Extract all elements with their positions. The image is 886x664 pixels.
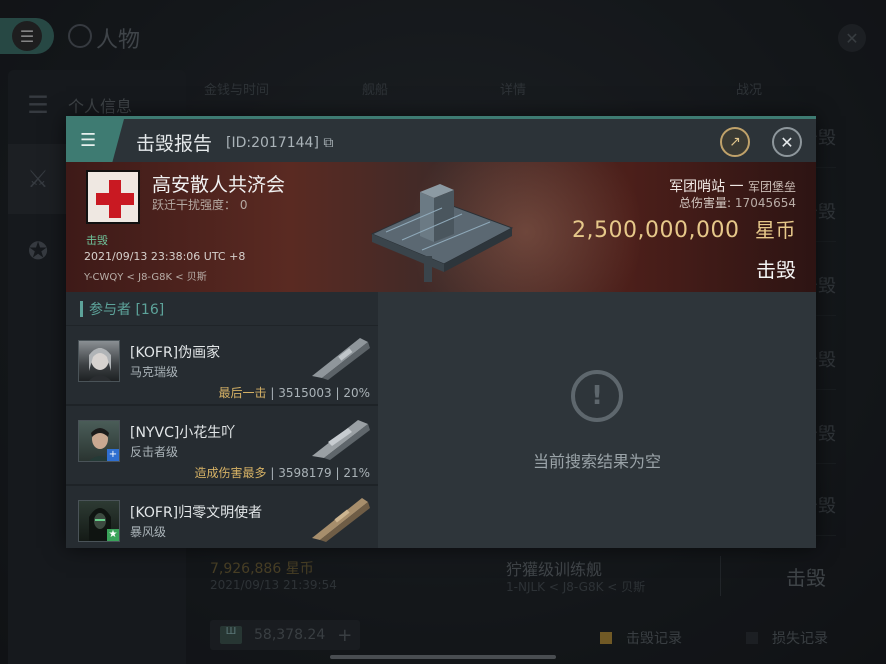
red-cross-h: [96, 193, 134, 205]
app-root: ☰ 人物 ✕ ☰ 个人信息 ⚔ ✪ 金钱与时间 舰船 详情 战况 击毁 击毁 击…: [0, 0, 886, 664]
avatar[interactable]: [78, 340, 120, 382]
menu-icon: ☰: [80, 130, 97, 151]
participant-percent: 21%: [343, 466, 370, 480]
kill-location[interactable]: Y-CWQY < J8-G8K < 贝斯: [84, 268, 207, 283]
participant-stats: 造成伤害最多 | 3598179 | 21%: [194, 466, 370, 480]
kill-result: 击毁: [756, 258, 796, 282]
modal-menu-button[interactable]: ☰: [66, 119, 124, 162]
report-id[interactable]: [ID:2017144] ⧉: [226, 135, 333, 151]
isk-amount: 2,500,000,000: [572, 218, 740, 243]
close-modal-button[interactable]: ✕: [772, 127, 802, 157]
plus-badge-icon: +: [107, 449, 119, 461]
participant-percent: 20%: [343, 386, 370, 400]
share-icon: ↗: [729, 134, 741, 150]
participant-row[interactable]: [KOFR]伪画家 马克瑞级 最后一击 | 3515003 | 20%: [66, 328, 378, 406]
participant-name: [NYVC]小花生吖: [130, 425, 236, 441]
ship-icon: [312, 498, 370, 542]
avatar[interactable]: +: [78, 420, 120, 462]
isk-unit: 星币: [755, 218, 796, 242]
participants-count: 参与者 [16]: [89, 301, 165, 318]
alert-icon: !: [571, 370, 623, 422]
participant-stats: 最后一击 | 3515003 | 20%: [218, 386, 370, 400]
participant-damage: 3598179: [278, 466, 332, 480]
victim-name[interactable]: 高安散人共济会: [152, 170, 285, 197]
total-damage-value: 17045654: [734, 196, 796, 210]
warp-jam-strength: 跃迁干扰强度： 0: [152, 198, 248, 212]
ship-icon: [312, 338, 370, 380]
ship-type-name: 军团哨站: [669, 179, 726, 195]
copy-icon[interactable]: ⧉: [323, 135, 333, 151]
kill-report-modal: ☰ 击毁报告 [ID:2017144] ⧉ ↗ ✕ 高安散人共济会 跃迁干扰强度…: [66, 116, 816, 548]
participant-ship: 暴风级: [130, 525, 167, 539]
portrait-svg: [88, 348, 112, 381]
corp-logo[interactable]: [86, 170, 140, 224]
participant-name: [KOFR]伪画家: [130, 345, 221, 361]
victim-ship-type: 军团哨站 一 军团堡垒: [669, 179, 796, 195]
kill-tag: 击毁: [86, 234, 108, 247]
total-damage: 总伤害量: 17045654: [679, 194, 796, 211]
top-damage-tag: 造成伤害最多: [194, 466, 267, 480]
structure-image[interactable]: [362, 172, 522, 284]
ship-icon: [312, 420, 370, 460]
participant-damage: 3515003: [278, 386, 332, 400]
avatar[interactable]: ★: [78, 500, 120, 542]
total-damage-label: 总伤害量:: [679, 196, 732, 210]
participant-ship: 反击者级: [130, 445, 179, 459]
empty-state-panel: ! 当前搜索结果为空: [378, 292, 816, 548]
participants-header: 参与者 [16]: [66, 292, 378, 326]
empty-state-text: 当前搜索结果为空: [532, 452, 661, 471]
isk-value: 2,500,000,000 星币: [572, 214, 796, 243]
star-badge-icon: ★: [107, 529, 119, 541]
participants-panel: 参与者 [16] [KOFR]伪画家 马克瑞级 最后一击 | 3515003 |…: [66, 292, 378, 548]
victim-banner: 高安散人共济会 跃迁干扰强度： 0 击毁 2021/09/13 23:38:06…: [66, 162, 816, 292]
modal-title: 击毁报告: [136, 133, 213, 155]
report-id-text: [ID:2017144]: [226, 135, 319, 151]
participant-name: [KOFR]归零文明使者: [130, 505, 263, 521]
header-accent: [80, 300, 83, 317]
participant-row[interactable]: + [NYVC]小花生吖 反击者级 造成伤害最多 | 3598179 | 21%: [66, 408, 378, 486]
final-blow-tag: 最后一击: [218, 386, 267, 400]
modal-header: ☰ 击毁报告 [ID:2017144] ⧉ ↗ ✕: [66, 116, 816, 162]
share-button[interactable]: ↗: [720, 127, 750, 157]
participant-ship: 马克瑞级: [130, 365, 179, 379]
close-icon: ✕: [780, 132, 794, 152]
kill-time: 2021/09/13 23:38:06 UTC +8: [84, 250, 246, 263]
ship-class: 军团堡垒: [747, 180, 796, 194]
participant-row[interactable]: ★ [KOFR]归零文明使者 暴风级: [66, 488, 378, 566]
